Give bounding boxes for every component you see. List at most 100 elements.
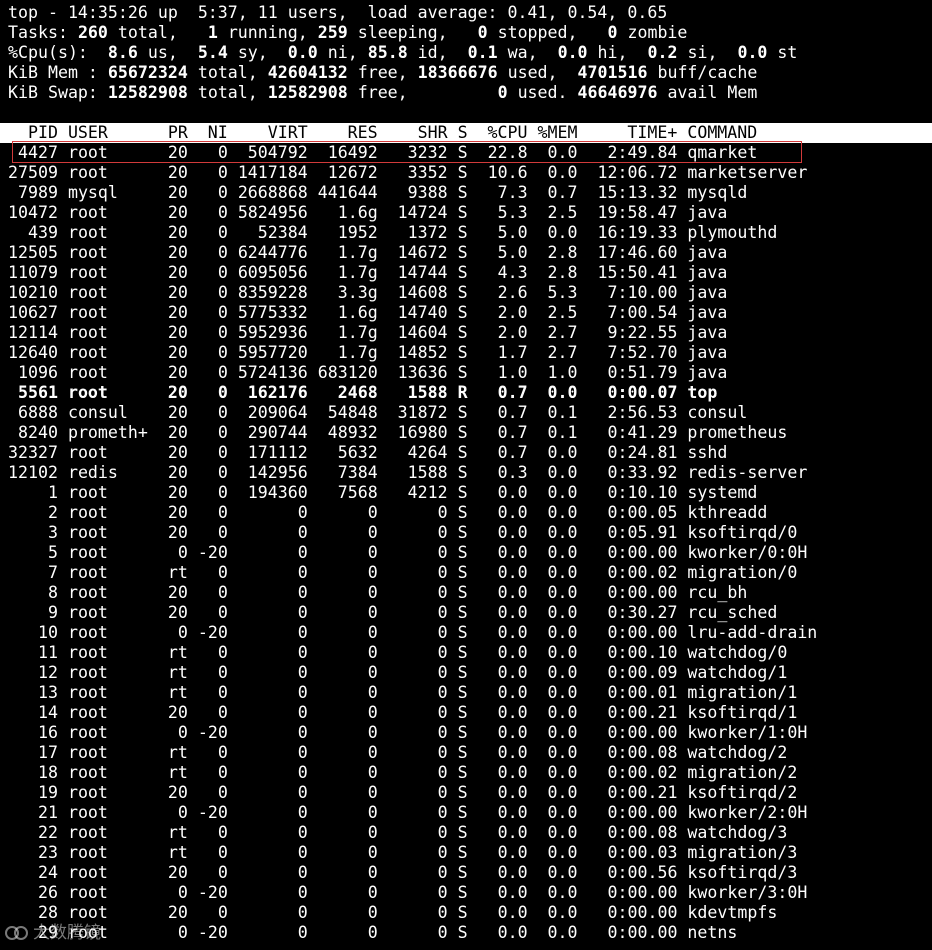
cell-pr: 20 — [157, 603, 198, 622]
process-row[interactable]: 7989 mysql 20 0 2668868 441644 9388 S 7.… — [8, 183, 932, 203]
process-row[interactable]: 8 root 20 0 0 0 0 S 0.0 0.0 0:00.00 rcu_… — [8, 583, 932, 603]
process-row[interactable]: 28 root 20 0 0 0 0 S 0.0 0.0 0:00.00 kde… — [8, 903, 932, 923]
cell-ni: 0 — [197, 563, 238, 582]
cell-time: 0:00.01 — [587, 683, 688, 702]
cell-virt: 5952936 — [237, 323, 318, 342]
process-row[interactable]: 3 root 20 0 0 0 0 S 0.0 0.0 0:05.91 ksof… — [8, 523, 932, 543]
cell-res: 12672 — [317, 163, 388, 182]
cell-s: S — [457, 543, 478, 562]
cell-shr: 3232 — [387, 143, 458, 162]
cell-res: 0 — [317, 583, 388, 602]
process-row[interactable]: 12 root rt 0 0 0 0 S 0.0 0.0 0:00.09 wat… — [8, 663, 932, 683]
process-row[interactable]: 10210 root 20 0 8359228 3.3g 14608 S 2.6… — [8, 283, 932, 303]
process-row[interactable]: 8240 prometh+ 20 0 290744 48932 16980 S … — [8, 423, 932, 443]
process-row[interactable]: 10 root 0 -20 0 0 0 S 0.0 0.0 0:00.00 lr… — [8, 623, 932, 643]
cell-cpu: 0.7 — [477, 423, 538, 442]
process-row[interactable]: 17 root rt 0 0 0 0 S 0.0 0.0 0:00.08 wat… — [8, 743, 932, 763]
cell-pid: 11 — [8, 643, 68, 662]
process-row[interactable]: 18 root rt 0 0 0 0 S 0.0 0.0 0:00.02 mig… — [8, 763, 932, 783]
process-row[interactable]: 6888 consul 20 0 209064 54848 31872 S 0.… — [8, 403, 932, 423]
cell-virt: 1417184 — [237, 163, 318, 182]
cell-s: S — [457, 723, 478, 742]
cell-mem: 0.0 — [537, 823, 588, 842]
process-row[interactable]: 23 root rt 0 0 0 0 S 0.0 0.0 0:00.03 mig… — [8, 843, 932, 863]
process-row[interactable]: 26 root 0 -20 0 0 0 S 0.0 0.0 0:00.00 kw… — [8, 883, 932, 903]
process-row[interactable]: 14 root 20 0 0 0 0 S 0.0 0.0 0:00.21 kso… — [8, 703, 932, 723]
process-row[interactable]: 2 root 20 0 0 0 0 S 0.0 0.0 0:00.05 kthr… — [8, 503, 932, 523]
process-row[interactable]: 12505 root 20 0 6244776 1.7g 14672 S 5.0… — [8, 243, 932, 263]
process-row[interactable]: 29 root 0 -20 0 0 0 S 0.0 0.0 0:00.00 ne… — [8, 923, 932, 943]
terminal-window[interactable]: top - 14:35:26 up 5:37, 11 users, load a… — [0, 3, 932, 943]
cell-cmd: rcu_sched — [687, 603, 778, 622]
cell-user: redis — [67, 463, 158, 482]
cell-s: S — [457, 863, 478, 882]
tasks-total: 260 — [77, 23, 108, 42]
cell-cpu: 0.0 — [477, 783, 538, 802]
cell-cpu: 7.3 — [477, 183, 538, 202]
cell-mem: 2.5 — [537, 303, 588, 322]
process-row[interactable]: 11079 root 20 0 6095056 1.7g 14744 S 4.3… — [8, 263, 932, 283]
process-row[interactable]: 11 root rt 0 0 0 0 S 0.0 0.0 0:00.10 wat… — [8, 643, 932, 663]
cell-cpu: 0.0 — [477, 823, 538, 842]
process-row[interactable]: 1 root 20 0 194360 7568 4212 S 0.0 0.0 0… — [8, 483, 932, 503]
cell-mem: 0.0 — [537, 763, 588, 782]
process-row[interactable]: 4427 root 20 0 504792 16492 3232 S 22.8 … — [8, 143, 932, 163]
cell-user: root — [67, 803, 158, 822]
process-row[interactable]: 10627 root 20 0 5775332 1.6g 14740 S 2.0… — [8, 303, 932, 323]
cell-pid: 11079 — [8, 263, 68, 282]
cell-ni: -20 — [197, 543, 238, 562]
cell-res: 1.7g — [317, 323, 388, 342]
cell-pid: 5 — [8, 543, 68, 562]
process-row[interactable]: 5 root 0 -20 0 0 0 S 0.0 0.0 0:00.00 kwo… — [8, 543, 932, 563]
process-row[interactable]: 9 root 20 0 0 0 0 S 0.0 0.0 0:30.27 rcu_… — [8, 603, 932, 623]
cell-res: 0 — [317, 523, 388, 542]
cell-virt: 0 — [237, 723, 318, 742]
cell-res: 1.7g — [317, 263, 388, 282]
process-row[interactable]: 13 root rt 0 0 0 0 S 0.0 0.0 0:00.01 mig… — [8, 683, 932, 703]
cell-cmd: java — [687, 323, 728, 342]
process-row[interactable]: 16 root 0 -20 0 0 0 S 0.0 0.0 0:00.00 kw… — [8, 723, 932, 743]
cell-virt: 2668868 — [237, 183, 318, 202]
process-row[interactable]: 27509 root 20 0 1417184 12672 3352 S 10.… — [8, 163, 932, 183]
cell-pid: 439 — [8, 223, 68, 242]
process-row[interactable]: 439 root 20 0 52384 1952 1372 S 5.0 0.0 … — [8, 223, 932, 243]
process-table-header[interactable]: PID USER PR NI VIRT RES SHR S %CPU %MEM … — [0, 123, 932, 143]
cell-user: root — [67, 883, 158, 902]
cell-cmd: java — [687, 263, 728, 282]
cell-res: 0 — [317, 563, 388, 582]
cell-pr: 20 — [157, 323, 198, 342]
cell-pr: 0 — [157, 623, 198, 642]
cell-pid: 7989 — [8, 183, 68, 202]
process-row[interactable]: 12640 root 20 0 5957720 1.7g 14852 S 1.7… — [8, 343, 932, 363]
process-row[interactable]: 7 root rt 0 0 0 0 S 0.0 0.0 0:00.02 migr… — [8, 563, 932, 583]
cell-virt: 6095056 — [237, 263, 318, 282]
cell-cpu: 0.0 — [477, 623, 538, 642]
cell-time: 9:22.55 — [587, 323, 688, 342]
cell-cmd: consul — [687, 403, 748, 422]
tasks-zombie: 0 — [607, 23, 618, 42]
cell-cmd: migration/1 — [687, 683, 798, 702]
cell-cmd: watchdog/3 — [687, 823, 788, 842]
process-row[interactable]: 12114 root 20 0 5952936 1.7g 14604 S 2.0… — [8, 323, 932, 343]
process-row[interactable]: 21 root 0 -20 0 0 0 S 0.0 0.0 0:00.00 kw… — [8, 803, 932, 823]
cell-time: 0:00.00 — [587, 543, 688, 562]
cell-cmd: ksoftirqd/1 — [687, 703, 798, 722]
process-row[interactable]: 1096 root 20 0 5724136 683120 13636 S 1.… — [8, 363, 932, 383]
process-row[interactable]: 10472 root 20 0 5824956 1.6g 14724 S 5.3… — [8, 203, 932, 223]
process-row[interactable]: 5561 root 20 0 162176 2468 1588 R 0.7 0.… — [8, 383, 932, 403]
cell-time: 0:00.00 — [587, 883, 688, 902]
cell-cmd: kworker/2:0H — [687, 803, 808, 822]
cell-pid: 1096 — [8, 363, 68, 382]
process-row[interactable]: 22 root rt 0 0 0 0 S 0.0 0.0 0:00.08 wat… — [8, 823, 932, 843]
process-row[interactable]: 12102 redis 20 0 142956 7384 1588 S 0.3 … — [8, 463, 932, 483]
cell-time: 0:00.21 — [587, 783, 688, 802]
cell-shr: 31872 — [387, 403, 458, 422]
cell-shr: 14852 — [387, 343, 458, 362]
cell-user: root — [67, 523, 158, 542]
process-row[interactable]: 19 root 20 0 0 0 0 S 0.0 0.0 0:00.21 kso… — [8, 783, 932, 803]
cell-virt: 5957720 — [237, 343, 318, 362]
cell-mem: 0.0 — [537, 463, 588, 482]
process-row[interactable]: 32327 root 20 0 171112 5632 4264 S 0.7 0… — [8, 443, 932, 463]
process-row[interactable]: 24 root 20 0 0 0 0 S 0.0 0.0 0:00.56 kso… — [8, 863, 932, 883]
cpu-line: %Cpu(s): 8.6 us, 5.4 sy, 0.0 ni, 85.8 id… — [8, 43, 798, 62]
